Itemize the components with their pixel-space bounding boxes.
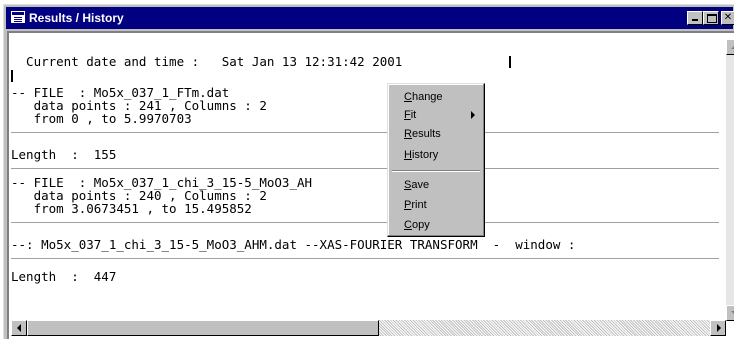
menu-item-label: History xyxy=(404,149,439,161)
range-line-2: from 3.0673451 , to 15.495852 xyxy=(11,201,252,216)
menu-item-label: Save xyxy=(404,179,430,191)
separator xyxy=(11,132,719,133)
scroll-down-button[interactable] xyxy=(726,305,734,321)
menu-item-copy[interactable]: Copy xyxy=(391,216,481,234)
menu-item-label: Change xyxy=(404,91,443,103)
arrow-left-icon xyxy=(17,324,21,332)
close-button[interactable]: ✕ xyxy=(721,11,734,25)
separator xyxy=(11,258,719,259)
range-line-1: from 0 , to 5.9970703 xyxy=(11,111,192,126)
results-text[interactable]: Current date and time : Sat Jan 13 12:31… xyxy=(11,35,719,290)
menu-item-label: Copy xyxy=(404,219,430,231)
menu-item-change[interactable]: Change xyxy=(391,88,481,106)
context-menu: Change Fit Results History Save Print Co… xyxy=(387,83,485,237)
title-bar[interactable]: Results / History ✕ xyxy=(6,7,734,29)
maximize-button[interactable] xyxy=(703,11,719,25)
menu-separator xyxy=(392,170,480,172)
menu-item-print[interactable]: Print xyxy=(391,196,481,214)
text-cursor-left xyxy=(11,70,13,82)
menu-item-fit[interactable]: Fit xyxy=(391,106,481,124)
results-text-view[interactable]: Current date and time : Sat Jan 13 12:31… xyxy=(7,31,734,339)
scroll-up-button[interactable] xyxy=(726,39,734,55)
scroll-left-button[interactable] xyxy=(11,320,27,336)
window-app-icon[interactable] xyxy=(11,11,25,23)
separator xyxy=(11,222,719,223)
transform-line: --: Mo5x_037_1_chi_3_15-5_MoO3_AHM.dat -… xyxy=(11,237,576,252)
horizontal-scrollbar[interactable] xyxy=(11,320,726,336)
menu-item-results[interactable]: Results xyxy=(391,125,481,143)
arrow-right-icon xyxy=(717,324,721,332)
horizontal-scroll-thumb[interactable] xyxy=(27,320,379,336)
length-line-2: Length : 447 xyxy=(11,269,117,284)
menu-item-history[interactable]: History xyxy=(391,146,481,164)
length-line-1: Length : 155 xyxy=(11,147,117,162)
separator xyxy=(11,168,719,169)
vertical-scrollbar[interactable] xyxy=(726,39,734,321)
menu-item-label: Print xyxy=(404,199,427,211)
current-datetime-line: Current date and time : Sat Jan 13 12:31… xyxy=(11,54,403,69)
menu-item-label: Results xyxy=(404,128,441,140)
scroll-right-button[interactable] xyxy=(710,320,726,336)
text-cursor xyxy=(509,56,511,68)
minimize-button[interactable] xyxy=(687,11,703,25)
window-title: Results / History xyxy=(29,11,124,25)
menu-item-save[interactable]: Save xyxy=(391,176,481,194)
submenu-arrow-icon xyxy=(471,111,475,119)
menu-item-label: Fit xyxy=(404,109,417,121)
